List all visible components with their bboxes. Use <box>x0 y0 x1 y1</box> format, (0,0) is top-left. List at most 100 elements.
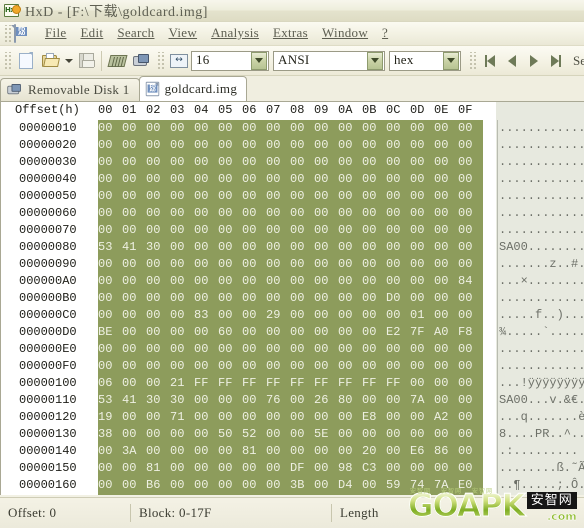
hex-byte-cell[interactable]: 00 <box>410 240 434 256</box>
hex-byte-cell[interactable]: 00 <box>170 223 194 239</box>
previous-sector-button[interactable] <box>501 50 523 72</box>
hex-byte-cell[interactable]: 00 <box>338 138 362 154</box>
hex-byte-cell[interactable]: 00 <box>290 393 314 409</box>
hex-byte-cell[interactable]: 00 <box>314 138 338 154</box>
hex-byte-cell[interactable]: 00 <box>266 291 290 307</box>
hex-byte-cell[interactable]: 00 <box>98 274 122 290</box>
hex-byte-cell[interactable]: 00 <box>266 172 290 188</box>
hex-row-bytes[interactable]: 00000000000000000000000000000000 <box>98 205 482 222</box>
hex-byte-cell[interactable]: 00 <box>458 121 482 137</box>
hex-byte-cell[interactable]: 00 <box>410 342 434 358</box>
hex-byte-cell[interactable]: 00 <box>362 393 386 409</box>
hex-byte-cell[interactable]: 21 <box>170 376 194 392</box>
ascii-row[interactable]: .:......... .æ.. <box>499 443 584 460</box>
hex-byte-cell[interactable]: 00 <box>434 393 458 409</box>
hex-byte-cell[interactable]: 00 <box>146 172 170 188</box>
hex-byte-cell[interactable]: 00 <box>194 189 218 205</box>
hex-byte-cell[interactable]: 00 <box>146 274 170 290</box>
hex-byte-cell[interactable]: 00 <box>338 257 362 273</box>
hex-byte-cell[interactable]: 00 <box>122 376 146 392</box>
hex-byte-cell[interactable]: 00 <box>314 308 338 324</box>
ascii-row[interactable]: ................ <box>499 137 584 154</box>
hex-byte-cell[interactable]: 00 <box>194 342 218 358</box>
hex-byte-cell[interactable]: 00 <box>218 444 242 460</box>
hex-byte-cell[interactable]: 00 <box>242 478 266 494</box>
hex-byte-cell[interactable]: 00 <box>434 257 458 273</box>
hex-byte-cell[interactable]: 00 <box>170 121 194 137</box>
hex-byte-cell[interactable]: 00 <box>458 393 482 409</box>
hex-byte-cell[interactable]: 00 <box>98 478 122 494</box>
hex-byte-cell[interactable]: 00 <box>458 461 482 477</box>
hex-byte-cell[interactable]: 00 <box>122 206 146 222</box>
hex-byte-cell[interactable]: 00 <box>338 274 362 290</box>
hex-byte-cell[interactable]: 00 <box>170 342 194 358</box>
hex-byte-cell[interactable]: 00 <box>458 291 482 307</box>
open-file-dropdown-button[interactable] <box>62 49 74 73</box>
ascii-row[interactable]: ..¶.....;.Ô.Ytzà <box>499 477 584 494</box>
hex-byte-cell[interactable]: 00 <box>338 342 362 358</box>
hex-byte-cell[interactable]: B6 <box>146 478 170 494</box>
menu-item-file[interactable]: File <box>38 23 73 44</box>
hex-byte-cell[interactable]: 00 <box>122 359 146 375</box>
hex-byte-cell[interactable]: 38 <box>98 427 122 443</box>
hex-byte-cell[interactable]: 00 <box>314 359 338 375</box>
hex-byte-cell[interactable]: 00 <box>314 478 338 494</box>
hex-byte-cell[interactable]: 00 <box>98 206 122 222</box>
number-base-dropdown-icon[interactable] <box>443 51 459 70</box>
hex-byte-cell[interactable]: 7A <box>434 478 458 494</box>
hex-byte-cell[interactable]: 00 <box>242 291 266 307</box>
hex-row[interactable]: 0000017000000000000000000000000000000000 <box>1 494 483 495</box>
hex-byte-cell[interactable]: 00 <box>218 393 242 409</box>
hex-byte-cell[interactable]: 00 <box>314 461 338 477</box>
hex-row[interactable]: 00000050 00 00 00 00 00 00 00 00 00 00 00 00 00 00 00 00 <box>1 188 483 205</box>
ascii-row[interactable]: .....f..)....... <box>499 307 584 324</box>
hex-byte-cell[interactable]: 00 <box>218 461 242 477</box>
hex-byte-cell[interactable]: 00 <box>434 376 458 392</box>
hex-pane[interactable]: Offset(h) 00 01 02 03 04 05 06 07 08 09 0A 0B 0C 0D 0E… <box>1 102 483 495</box>
hex-byte-cell[interactable]: 00 <box>458 223 482 239</box>
hex-byte-cell[interactable]: 00 <box>242 189 266 205</box>
hex-byte-cell[interactable]: 00 <box>386 206 410 222</box>
hex-byte-cell[interactable]: 00 <box>386 240 410 256</box>
hex-byte-cell[interactable]: 00 <box>410 223 434 239</box>
hex-row[interactable]: 00000150 00 00 81 00 00 00 00 00 DF 00 98 C3 00 00 00 00 <box>1 460 483 477</box>
hex-byte-cell[interactable]: 00 <box>266 359 290 375</box>
hex-row-bytes[interactable]: 00000000000000000000000000000000 <box>98 154 482 171</box>
hex-byte-cell[interactable]: 00 <box>458 206 482 222</box>
hex-byte-cell[interactable]: 83 <box>194 308 218 324</box>
hex-byte-cell[interactable]: 00 <box>146 223 170 239</box>
hex-byte-cell[interactable]: 00 <box>170 427 194 443</box>
hex-byte-cell[interactable]: 00 <box>170 461 194 477</box>
hex-byte-cell[interactable]: BE <box>98 325 122 341</box>
hex-byte-cell[interactable]: 00 <box>386 257 410 273</box>
hex-byte-cell[interactable]: 00 <box>362 359 386 375</box>
hex-byte-cell[interactable]: FF <box>218 376 242 392</box>
hex-byte-cell[interactable]: 00 <box>146 427 170 443</box>
hex-byte-cell[interactable]: 00 <box>410 427 434 443</box>
hex-byte-cell[interactable]: 00 <box>290 155 314 171</box>
hex-row-bytes[interactable]: 53 41 30 00 00 00 00 00 00 00 00 00 00 00 00 00 <box>98 239 482 256</box>
hex-byte-cell[interactable]: A2 <box>434 410 458 426</box>
hex-byte-cell[interactable]: 00 <box>458 427 482 443</box>
ascii-row[interactable]: ........ß.˜Ã.... <box>499 460 584 477</box>
hex-byte-cell[interactable]: 00 <box>386 427 410 443</box>
hex-byte-cell[interactable]: 52 <box>242 427 266 443</box>
hex-row-bytes[interactable]: 19 00 00 71 00 00 00 00 00 00 00 E8 00 00 A2 00 <box>98 409 482 426</box>
hex-byte-cell[interactable]: 00 <box>98 291 122 307</box>
hex-byte-cell[interactable]: 00 <box>242 138 266 154</box>
hex-byte-cell[interactable]: 00 <box>434 359 458 375</box>
menu-item-edit[interactable]: Edit <box>73 23 110 44</box>
hex-row[interactable]: 000000B0 00 00 00 00 00 00 00 00 00 00 00 00 D0 00 00 00 <box>1 290 483 307</box>
hex-row-bytes[interactable]: 00000000000000000000000000000000 <box>98 256 482 273</box>
hex-byte-cell[interactable]: 00 <box>362 325 386 341</box>
hex-byte-cell[interactable]: 53 <box>98 240 122 256</box>
hex-byte-cell[interactable]: 00 <box>98 172 122 188</box>
hex-byte-cell[interactable]: 00 <box>194 478 218 494</box>
hex-byte-cell[interactable]: 00 <box>410 206 434 222</box>
hex-byte-cell[interactable]: 00 <box>194 121 218 137</box>
hex-byte-cell[interactable]: 00 <box>434 138 458 154</box>
hex-byte-cell[interactable]: 00 <box>242 308 266 324</box>
hex-byte-cell[interactable]: 19 <box>98 410 122 426</box>
encoding-dropdown-icon[interactable] <box>367 51 383 70</box>
hex-row[interactable]: 00000140 00 3A 00 00 00 00 81 00 00 00 00 20 00 E6 86 00 <box>1 443 483 460</box>
